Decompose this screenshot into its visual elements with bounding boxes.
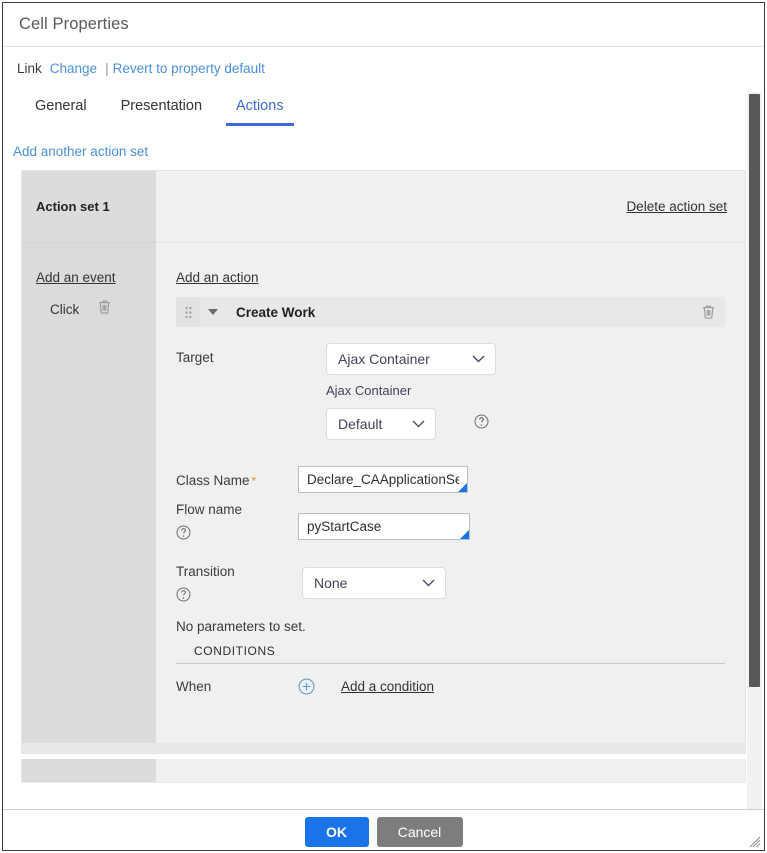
flow-name-help-circle-icon[interactable]	[176, 525, 298, 543]
scrollbar-thumb[interactable]	[749, 94, 760, 687]
add-another-action-set-row: Add another action set	[3, 126, 764, 159]
flow-name-input[interactable]	[298, 513, 470, 540]
class-name-input-wrap	[298, 466, 468, 493]
conditions-divider	[176, 663, 725, 664]
action-set-strip-left	[22, 759, 156, 782]
action-set-left-column: Action set 1 Add an event Click	[22, 171, 156, 743]
transition-label: Transition	[176, 564, 235, 579]
link-row: Link Change | Revert to property default	[3, 47, 764, 76]
event-row: Click	[36, 299, 156, 320]
action-fields: Target Ajax Container Ajax Container Def…	[176, 327, 745, 695]
field-class-name: Class Name *	[176, 466, 745, 493]
dialog-footer: OK Cancel	[3, 809, 764, 850]
flow-name-input-wrap	[298, 513, 470, 540]
ajax-container-label: Ajax Container	[326, 383, 412, 398]
action-set-right-column: Delete action set Add an action Create W…	[156, 171, 745, 743]
cell-properties-dialog: Cell Properties Link Change | Revert to pro…	[2, 2, 765, 851]
tab-general[interactable]: General	[25, 98, 97, 126]
action-set-header-actions: Delete action set	[156, 171, 745, 243]
flow-name-control	[298, 495, 745, 540]
action-set-panel: Action set 1 Add an event Click Delete a…	[21, 170, 746, 754]
action-set-panel-strip	[21, 759, 746, 783]
target-select-wrap: Ajax Container	[326, 343, 496, 375]
transition-select[interactable]: None	[302, 567, 446, 599]
cancel-button[interactable]: Cancel	[376, 816, 463, 847]
action-set-title: Action set 1	[36, 199, 110, 214]
tab-actions[interactable]: Actions	[226, 98, 294, 126]
action-set-strip-right	[156, 759, 745, 782]
when-label: When	[176, 679, 212, 694]
add-an-event-link[interactable]: Add an event	[36, 270, 116, 285]
field-flow-name: Flow name	[176, 495, 745, 543]
transition-label-block: Transition	[176, 557, 298, 605]
required-star-icon: *	[251, 474, 257, 488]
action-set-columns: Action set 1 Add an event Click Delete a…	[22, 171, 745, 743]
when-row: When Add a condition	[176, 678, 745, 695]
screen-root: Cell Properties Link Change | Revert to pro…	[0, 0, 767, 853]
ajax-container-select[interactable]: Default	[326, 408, 436, 440]
drag-handle-icon[interactable]	[176, 297, 200, 327]
ok-button[interactable]: OK	[304, 816, 369, 847]
add-a-condition-link[interactable]: Add a condition	[341, 679, 434, 694]
add-condition-plus-circle-icon[interactable]	[298, 678, 315, 695]
dialog-titlebar: Cell Properties	[3, 3, 764, 47]
action-header-bar: Create Work	[176, 297, 725, 327]
class-name-input[interactable]	[298, 466, 468, 493]
ajax-container-help-circle-icon[interactable]	[474, 414, 489, 429]
target-control: Ajax Container Ajax Container Default	[298, 343, 745, 440]
events-column: Add an event Click	[22, 243, 156, 743]
action-title: Create Work	[236, 304, 316, 320]
dialog-body: Link Change | Revert to property default Ge…	[3, 47, 764, 809]
delete-action-trash-icon[interactable]	[691, 304, 725, 320]
add-another-action-set-link[interactable]: Add another action set	[13, 144, 148, 159]
tab-presentation[interactable]: Presentation	[111, 98, 212, 126]
event-name: Click	[50, 302, 80, 317]
link-separator: |	[105, 61, 109, 76]
class-name-control	[298, 466, 745, 493]
delete-action-set-link[interactable]: Delete action set	[626, 199, 727, 214]
vertical-scrollbar[interactable]	[747, 92, 762, 809]
field-target: Target Ajax Container Ajax Container Def…	[176, 343, 745, 440]
delete-event-trash-icon[interactable]	[97, 299, 112, 320]
class-name-label: Class Name *	[176, 466, 298, 488]
ajax-container-select-wrap: Default	[326, 408, 436, 440]
conditions-heading: CONDITIONS	[194, 644, 276, 658]
transition-select-wrap: None	[302, 567, 446, 599]
action-set-header: Action set 1	[22, 171, 156, 243]
change-link[interactable]: Change	[50, 61, 97, 76]
class-name-label-text: Class Name	[176, 473, 250, 488]
target-select[interactable]: Ajax Container	[326, 343, 496, 375]
action-set-panel-footer	[22, 743, 745, 753]
flow-name-label-block: Flow name	[176, 495, 298, 543]
add-an-action-link[interactable]: Add an action	[176, 270, 259, 285]
transition-control: None	[298, 557, 745, 599]
link-label: Link	[17, 61, 42, 76]
no-parameters-text: No parameters to set.	[176, 619, 306, 634]
revert-to-property-default-link[interactable]: Revert to property default	[113, 61, 265, 76]
target-label: Target	[176, 350, 214, 365]
flow-name-label: Flow name	[176, 502, 243, 517]
field-transition: Transition None	[176, 557, 745, 605]
actions-column: Add an action Create Work Target Ajax Co…	[156, 243, 745, 695]
dialog-title: Cell Properties	[19, 15, 129, 33]
caret-down-icon[interactable]	[200, 308, 226, 316]
transition-help-circle-icon[interactable]	[176, 587, 298, 605]
tab-bar: General Presentation Actions	[3, 92, 764, 126]
